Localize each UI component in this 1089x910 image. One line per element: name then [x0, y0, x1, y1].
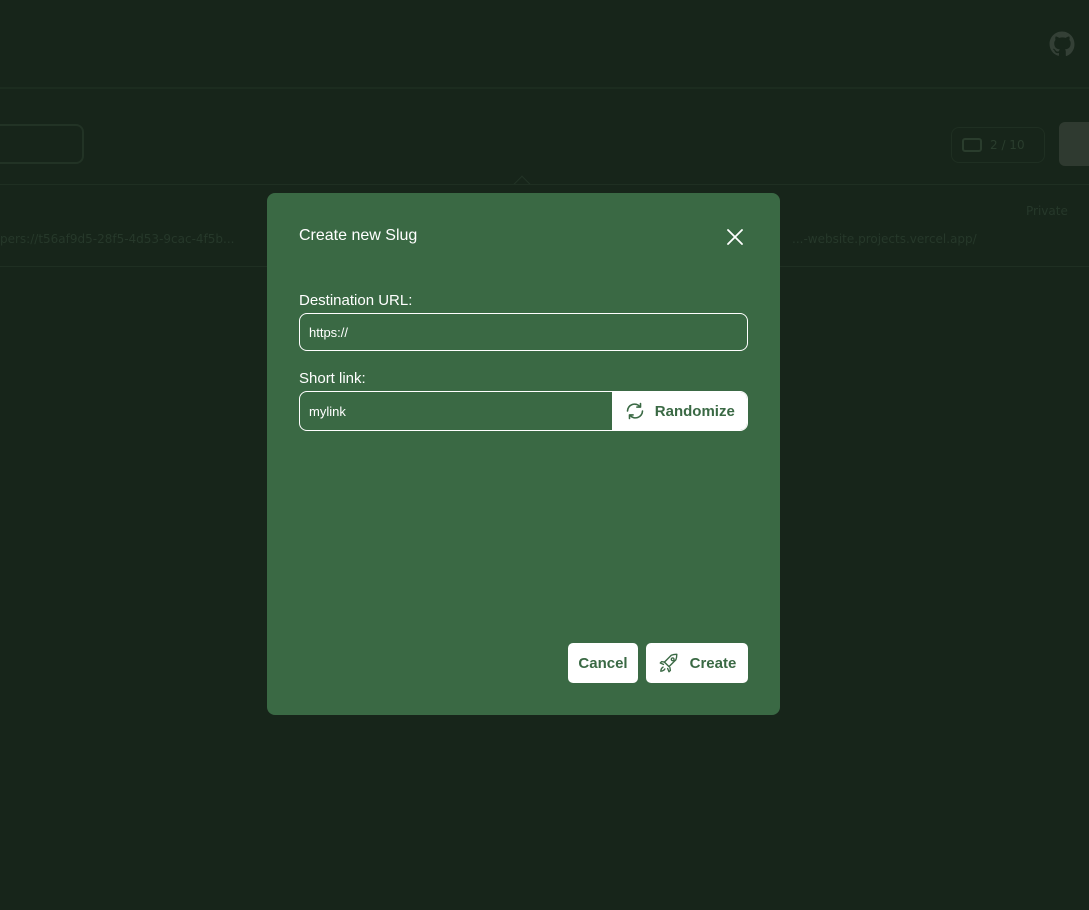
create-button[interactable]: Create: [646, 643, 748, 683]
cancel-button[interactable]: Cancel: [568, 643, 638, 683]
background-new-button: [1059, 122, 1089, 166]
background-pager: 2 / 10: [951, 127, 1045, 163]
modal-title: Create new Slug: [299, 227, 418, 244]
background-row-text: pers://t56af9d5-28f5-4d53-9cac-4f5b...: [0, 232, 235, 246]
destination-url-label: Destination URL:: [299, 292, 413, 309]
cancel-label: Cancel: [578, 654, 628, 672]
close-icon: [727, 229, 743, 245]
create-slug-modal: Create new Slug Destination URL: Short l…: [267, 193, 780, 715]
github-icon: [1049, 31, 1075, 57]
randomize-label: Randomize: [654, 402, 735, 420]
randomize-button[interactable]: Randomize: [611, 392, 747, 430]
pager-icon: [962, 138, 982, 152]
background-row-badge: Private: [1026, 204, 1068, 218]
destination-url-input[interactable]: [299, 313, 748, 351]
header-divider: [0, 87, 1089, 89]
rocket-icon: [658, 652, 680, 674]
short-link-input[interactable]: [300, 392, 612, 430]
background-search-input: [0, 124, 84, 164]
short-link-label: Short link:: [299, 370, 366, 387]
refresh-icon: [624, 402, 646, 420]
close-button[interactable]: [723, 225, 747, 249]
short-link-group: Randomize: [299, 391, 748, 431]
background-row-url: ...-website.projects.vercel.app/: [792, 232, 977, 246]
create-label: Create: [689, 654, 737, 672]
toolbar-divider: [0, 184, 1089, 185]
pager-text: 2 / 10: [990, 138, 1025, 152]
